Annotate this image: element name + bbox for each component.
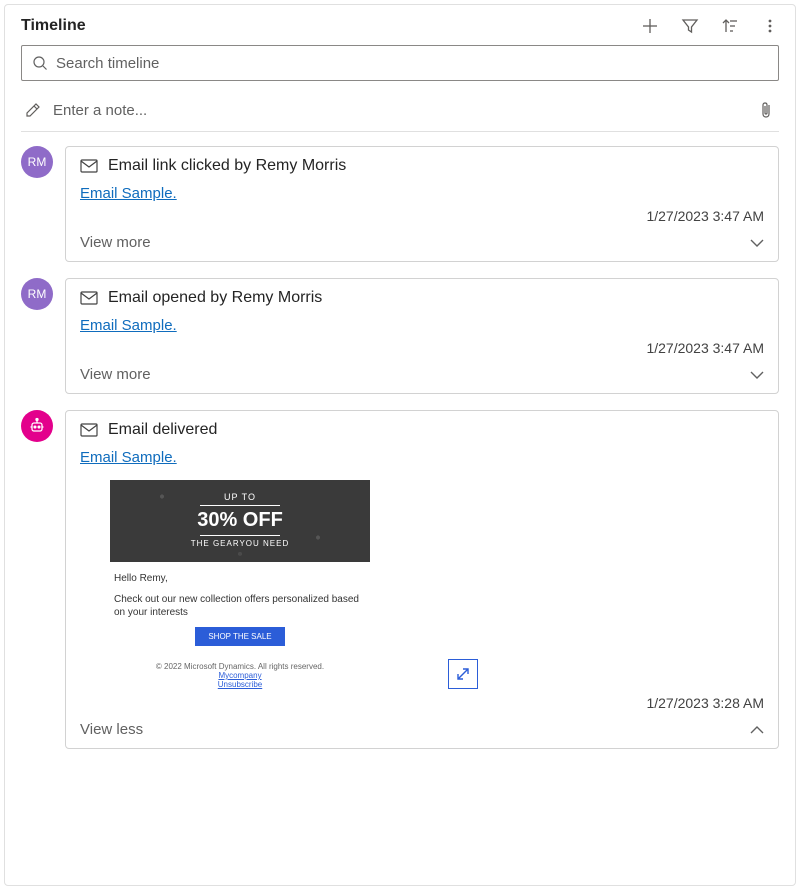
timestamp: 1/27/2023 3:47 AM [80, 208, 764, 224]
note-placeholder: Enter a note... [53, 102, 747, 119]
pencil-icon [25, 102, 41, 118]
timeline-panel: Timeline Search timeline Enter a note... [4, 4, 796, 886]
timestamp: 1/27/2023 3:28 AM [80, 695, 764, 711]
avatar: RM [21, 278, 53, 310]
email-preview: UP TO 30% OFF THE GEARYOU NEED Hello Rem… [80, 466, 764, 689]
preview-copyright: © 2022 Microsoft Dynamics. All rights re… [110, 662, 370, 671]
mail-icon [80, 291, 98, 305]
view-less-toggle[interactable]: View less [80, 721, 143, 738]
preview-body-text: Check out our new collection offers pers… [114, 593, 366, 619]
avatar-bot [21, 410, 53, 442]
timeline-entry: RM Email link clicked by Remy Morris Ema… [21, 146, 779, 262]
promo-upto: UP TO [118, 492, 362, 502]
promo-sub: THE GEARYOU NEED [118, 539, 362, 548]
email-link[interactable]: Email Sample. [80, 317, 177, 334]
card-title: Email opened by Remy Morris [108, 289, 322, 307]
company-link[interactable]: Mycompany [110, 671, 370, 680]
timeline-header: Timeline [21, 17, 779, 35]
page-title: Timeline [21, 17, 86, 35]
view-more-toggle[interactable]: View more [80, 234, 151, 251]
filter-icon[interactable] [681, 17, 699, 35]
mail-icon [80, 159, 98, 173]
timeline-card: Email delivered Email Sample. UP TO 30% … [65, 410, 779, 749]
unsubscribe-link[interactable]: Unsubscribe [110, 680, 370, 689]
timeline-card: Email opened by Remy Morris Email Sample… [65, 278, 779, 394]
card-title: Email delivered [108, 421, 217, 439]
attachment-icon[interactable] [759, 101, 773, 119]
promo-percent: 30% OFF [118, 509, 362, 532]
promo-banner: UP TO 30% OFF THE GEARYOU NEED [110, 480, 370, 562]
timeline-card: Email link clicked by Remy Morris Email … [65, 146, 779, 262]
chevron-down-icon[interactable] [750, 239, 764, 247]
email-link[interactable]: Email Sample. [80, 185, 177, 202]
note-input[interactable]: Enter a note... [21, 97, 779, 132]
timeline-entry: Email delivered Email Sample. UP TO 30% … [21, 410, 779, 749]
more-icon[interactable] [761, 17, 779, 35]
chevron-up-icon[interactable] [750, 726, 764, 734]
search-placeholder: Search timeline [56, 55, 159, 72]
search-icon [32, 55, 48, 71]
avatar: RM [21, 146, 53, 178]
header-actions [641, 17, 779, 35]
card-title: Email link clicked by Remy Morris [108, 157, 346, 175]
view-more-toggle[interactable]: View more [80, 366, 151, 383]
search-input[interactable]: Search timeline [21, 45, 779, 81]
timestamp: 1/27/2023 3:47 AM [80, 340, 764, 356]
email-link[interactable]: Email Sample. [80, 449, 177, 466]
expand-preview-button[interactable] [448, 659, 478, 689]
mail-icon [80, 423, 98, 437]
add-icon[interactable] [641, 17, 659, 35]
preview-hello: Hello Remy, [114, 572, 366, 585]
timeline-entry: RM Email opened by Remy Morris Email Sam… [21, 278, 779, 394]
chevron-down-icon[interactable] [750, 371, 764, 379]
shop-button[interactable]: SHOP THE SALE [195, 627, 285, 646]
sort-icon[interactable] [721, 17, 739, 35]
